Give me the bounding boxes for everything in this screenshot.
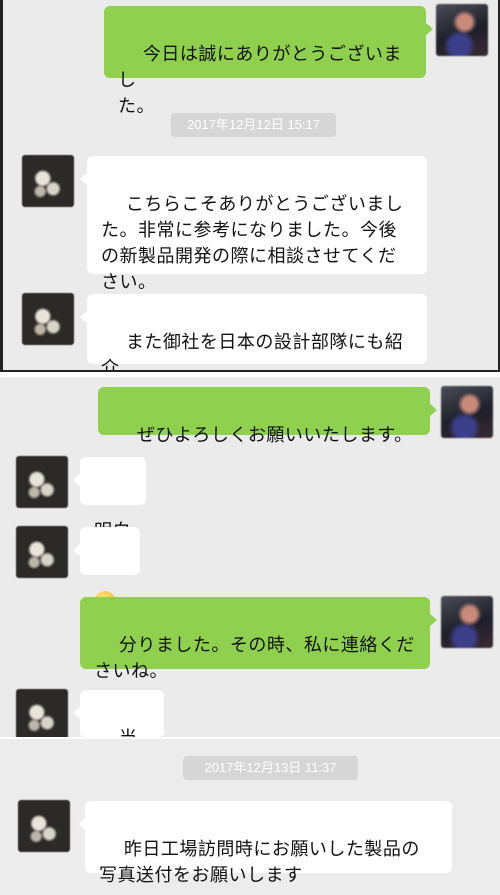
received-message-bubble[interactable]: こちらこそありがとうございまし た。非常に参考になりました。今後 の新製品開発の… (80, 156, 427, 293)
received-emoji-bubble[interactable] (73, 527, 140, 613)
contact-avatar[interactable] (22, 293, 74, 345)
timestamp: 2017年12月12日 15:17 (171, 113, 336, 137)
my-avatar[interactable] (436, 4, 488, 56)
chat-panel-2: ぜひよろしくお願いいたします。 明白 分りました。その時、私に連絡くだ さいね。… (0, 377, 500, 737)
message-text: こちらこそありがとうございまし た。非常に参考になりました。今後 の新製品開発の… (101, 194, 404, 293)
message-text: また御社を日本の設計部隊にも紹介 しておきます (101, 332, 404, 372)
message-text: 当然啊 (94, 728, 137, 737)
my-avatar[interactable] (441, 596, 493, 648)
contact-avatar[interactable] (16, 689, 68, 737)
received-message-bubble[interactable]: 昨日工場訪問時にお願いした製品の 写真送付をお願いします (78, 801, 452, 886)
message-text: 昨日工場訪問時にお願いした製品の 写真送付をお願いします (99, 839, 420, 886)
contact-avatar[interactable] (16, 526, 68, 578)
chat-panel-1: 今日は誠にありがとうございまし た。 2017年12月12日 15:17 こちら… (0, 0, 500, 372)
contact-avatar[interactable] (22, 155, 74, 207)
message-text: 分りました。その時、私に連絡くだ さいね。 (94, 635, 415, 682)
sent-message-bubble[interactable]: 今日は誠にありがとうございまし た。 (104, 6, 433, 117)
my-avatar[interactable] (441, 386, 493, 438)
contact-avatar[interactable] (16, 456, 68, 508)
sent-message-bubble[interactable]: ぜひよろしくお願いいたします。 (98, 387, 437, 446)
message-text: 今日は誠にありがとうございまし た。 (118, 44, 402, 117)
received-message-bubble[interactable]: 当然啊 (73, 690, 164, 737)
received-message-bubble[interactable]: 明白 (73, 457, 146, 542)
message-text: ぜひよろしくお願いいたします。 (136, 425, 413, 446)
chat-panel-3: 2017年12月13日 11:37 昨日工場訪問時にお願いした製品の 写真送付を… (0, 739, 500, 895)
timestamp: 2017年12月13日 11:37 (183, 756, 358, 780)
received-message-bubble[interactable]: また御社を日本の設計部隊にも紹介 しておきます (80, 294, 427, 370)
contact-avatar[interactable] (18, 800, 70, 852)
sent-message-bubble[interactable]: 分りました。その時、私に連絡くだ さいね。 (80, 597, 437, 682)
